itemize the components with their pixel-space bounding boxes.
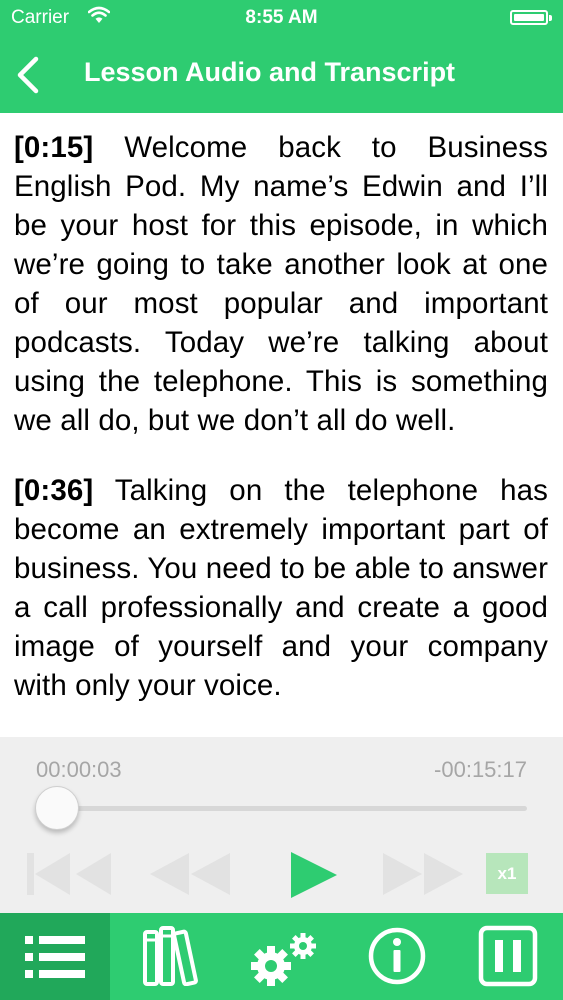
tab-pause[interactable]: [460, 913, 563, 1000]
remaining-time: -00:15:17: [434, 757, 527, 782]
tab-info[interactable]: [345, 913, 455, 1000]
tab-transcript[interactable]: [0, 913, 110, 1000]
playback-speed-button[interactable]: x1: [486, 853, 528, 894]
transcript-paragraph: [0:15] Welcome back to Business English …: [14, 128, 548, 440]
fast-forward-icon[interactable]: [381, 851, 467, 897]
pause-icon: [478, 925, 538, 987]
tab-library[interactable]: [115, 913, 225, 1000]
transcript-view[interactable]: [0:15] Welcome back to Business English …: [0, 113, 563, 737]
transcript-timestamp[interactable]: [0:36]: [14, 474, 93, 507]
transcript-timestamp[interactable]: [0:15]: [14, 131, 93, 164]
nav-header: Carrier 8:55 AM Lesson Audio and Transcr…: [0, 0, 563, 113]
play-icon[interactable]: [289, 851, 339, 899]
progress-track[interactable]: [36, 806, 527, 811]
battery-icon: [510, 10, 552, 25]
tab-bar: [0, 913, 563, 1000]
list-icon: [25, 936, 85, 978]
skip-back-icon[interactable]: [27, 851, 113, 897]
transcript-text: Welcome back to Business English Pod. My…: [14, 131, 549, 437]
status-time: 8:55 AM: [245, 7, 318, 28]
scrubber-thumb[interactable]: [35, 786, 79, 830]
elapsed-time: 00:00:03: [36, 757, 122, 782]
rewind-icon[interactable]: [146, 851, 232, 897]
books-icon: [143, 926, 198, 986]
transcript-paragraph: [0:36] Talking on the telephone has beco…: [14, 471, 548, 705]
transcript-text: Talking on the telephone has become an e…: [14, 474, 548, 702]
tab-settings[interactable]: [230, 913, 340, 1000]
chevron-left-icon[interactable]: [10, 53, 50, 97]
page-title: Lesson Audio and Transcript: [84, 57, 456, 87]
status-bar: Carrier 8:55 AM: [0, 0, 563, 36]
settings-gears-icon: [251, 933, 316, 986]
info-icon: [368, 927, 426, 985]
